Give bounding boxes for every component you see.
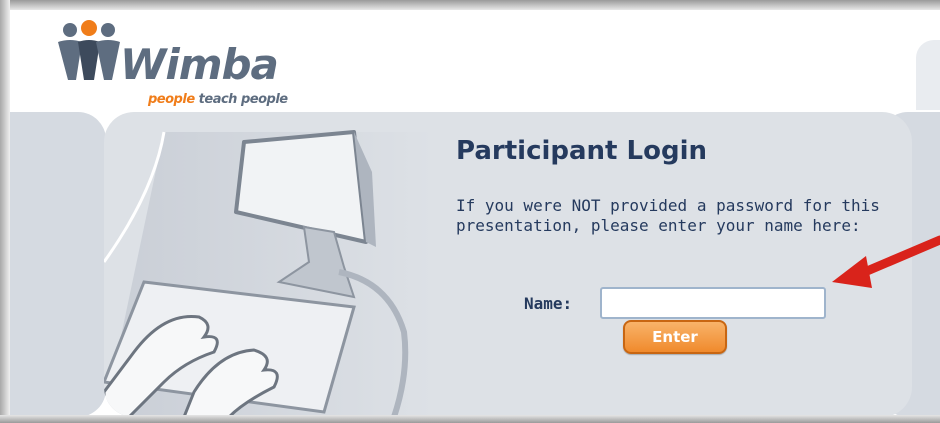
name-label: Name: bbox=[524, 294, 573, 313]
logo-tagline: people teach people bbox=[148, 92, 288, 107]
header-right-decoration bbox=[916, 40, 940, 110]
left-band-decoration bbox=[10, 112, 106, 417]
tagline-people: people bbox=[148, 92, 195, 107]
hands-on-keyboard-icon bbox=[104, 130, 434, 417]
wimba-logo[interactable]: Wimba people teach people bbox=[54, 16, 334, 116]
page-title: Participant Login bbox=[456, 136, 707, 166]
tagline-teach-people: teach people bbox=[194, 92, 288, 107]
window-top-edge bbox=[0, 0, 940, 10]
window-left-edge bbox=[0, 0, 10, 423]
enter-button[interactable]: Enter bbox=[623, 320, 727, 354]
logo-wordmark: Wimba bbox=[120, 40, 279, 89]
page-header: Wimba people teach people bbox=[10, 10, 940, 110]
login-panel: Participant Login If you were NOT provid… bbox=[104, 112, 912, 417]
name-input[interactable] bbox=[600, 287, 826, 319]
people-figures-icon bbox=[58, 20, 120, 80]
window-bottom-edge bbox=[0, 415, 940, 423]
red-arrow-icon bbox=[832, 235, 940, 288]
